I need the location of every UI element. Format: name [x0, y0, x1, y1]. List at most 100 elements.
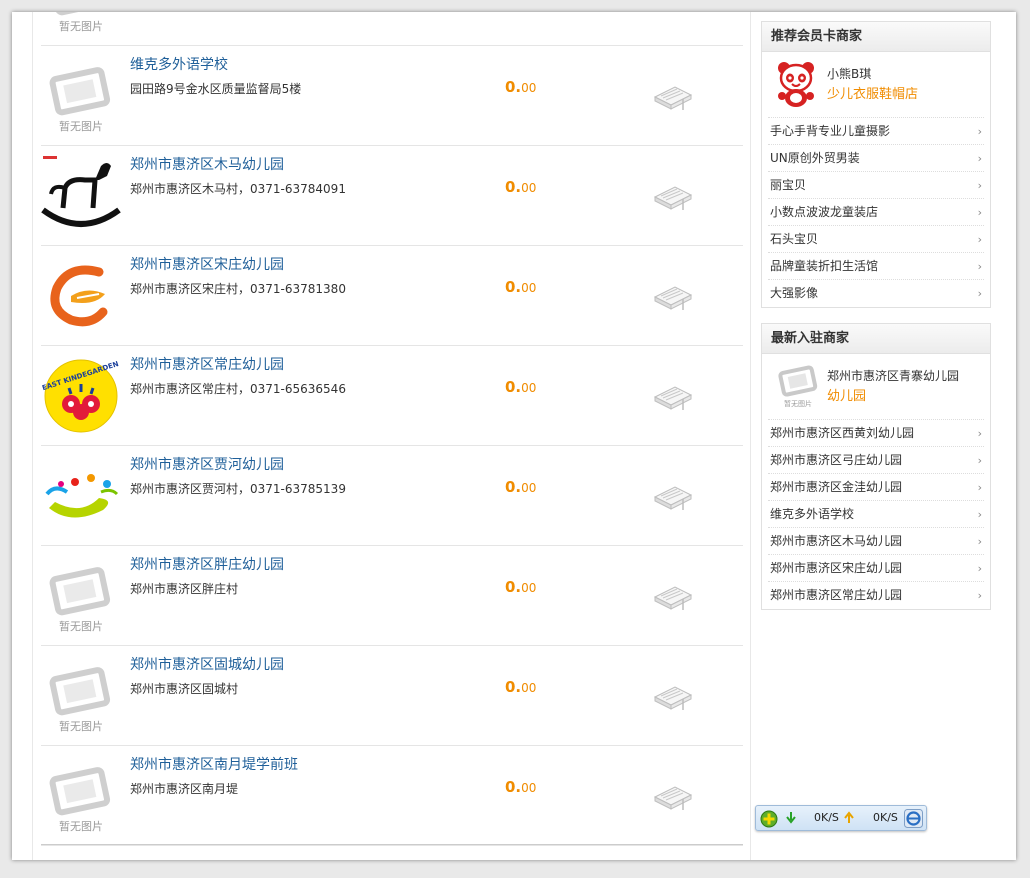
merchant-name-link[interactable]: 维克多外语学校	[130, 54, 228, 74]
chevron-right-icon: ›	[977, 535, 982, 548]
sidebar-merchant-link[interactable]: 郑州市惠济区金洼幼儿园 ›	[768, 474, 984, 501]
merchant-address: 郑州市惠济区胖庄村	[130, 582, 239, 596]
sidebar-link-label[interactable]: 小数点波波龙童装店	[770, 205, 878, 219]
chevron-right-icon: ›	[977, 260, 982, 273]
sidebar-link-label[interactable]: 维克多外语学校	[770, 507, 854, 521]
sidebar-link-label[interactable]: 大强影像	[770, 286, 818, 300]
sidebar-merchant-link[interactable]: 品牌童装折扣生活馆 ›	[768, 253, 984, 280]
merchant-logo[interactable]	[41, 154, 121, 234]
upload-speed: 0K/S	[873, 811, 898, 824]
merchant-row: EAST KINDEGARDEN 郑州市惠济区常庄幼儿园 郑州市惠济区常庄村，037…	[41, 346, 743, 446]
upload-arrow-icon	[844, 811, 854, 823]
download-speed: 0K/S	[814, 811, 839, 824]
sidebar-merchant-link[interactable]: 郑州市惠济区西黄刘幼儿园 ›	[768, 420, 984, 447]
sidebar-link-label[interactable]: 郑州市惠济区木马幼儿园	[770, 534, 902, 548]
no-image-icon[interactable]: 暂无图片	[774, 362, 822, 410]
sidebar-link-label[interactable]: 手心手背专业儿童摄影	[770, 124, 890, 138]
download-arrow-icon	[786, 812, 796, 824]
open-book-icon[interactable]	[653, 483, 693, 511]
open-book-icon[interactable]	[653, 783, 693, 811]
merchant-row: 郑州市惠济区宋庄幼儿园 郑州市惠济区宋庄村，0371-63781380 0.00	[41, 246, 743, 346]
open-book-icon[interactable]	[653, 683, 693, 711]
newest-featured-merchant[interactable]: 暂无图片 郑州市惠济区青寨幼儿园 幼儿园	[768, 354, 984, 420]
sidebar-merchant-link[interactable]: 郑州市惠济区木马幼儿园 ›	[768, 528, 984, 555]
sidebar-merchant-link[interactable]: 郑州市惠济区宋庄幼儿园 ›	[768, 555, 984, 582]
sidebar-merchant-link[interactable]: 郑州市惠济区常庄幼儿园 ›	[768, 582, 984, 609]
open-book-icon[interactable]	[653, 383, 693, 411]
newest-merchants-box: 最新入驻商家 暂无图片 郑州市惠济区青寨幼儿园 幼儿园 郑州市惠济区西黄刘幼儿园…	[761, 323, 991, 610]
sidebar-link-label[interactable]: 品牌童装折扣生活馆	[770, 259, 878, 273]
featured-merchant-category[interactable]: 少儿衣服鞋帽店	[827, 83, 918, 102]
newest-featured-name[interactable]: 郑州市惠济区青寨幼儿园	[827, 367, 959, 384]
chevron-right-icon: ›	[977, 287, 982, 300]
accelerator-icon[interactable]	[760, 810, 778, 828]
merchant-name-link[interactable]: 郑州市惠济区固城幼儿园	[130, 654, 284, 674]
newest-featured-category[interactable]: 幼儿园	[827, 385, 866, 404]
no-image-placeholder[interactable]: 暂无图片	[41, 654, 121, 734]
merchant-row: 暂无图片	[41, 12, 743, 46]
sidebar-link-label[interactable]: 丽宝贝	[770, 178, 806, 192]
merchant-name-link[interactable]: 郑州市惠济区常庄幼儿园	[130, 354, 284, 374]
sidebar-link-label[interactable]: 郑州市惠济区弓庄幼儿园	[770, 453, 902, 467]
merchant-logo[interactable]	[41, 454, 121, 534]
sidebar-merchant-link[interactable]: 大强影像 ›	[768, 280, 984, 307]
sidebar-link-label[interactable]: 郑州市惠济区宋庄幼儿园	[770, 561, 902, 575]
open-book-icon[interactable]	[653, 183, 693, 211]
newest-links: 郑州市惠济区西黄刘幼儿园 › 郑州市惠济区弓庄幼儿园 › 郑州市惠济区金洼幼儿园 › 维克多…	[762, 420, 990, 609]
sidebar-merchant-link[interactable]: 小数点波波龙童装店 ›	[768, 199, 984, 226]
no-image-placeholder[interactable]: 暂无图片	[41, 554, 121, 634]
featured-merchant-name[interactable]: 小熊B琪	[827, 65, 871, 82]
sidebar-merchant-link[interactable]: 维克多外语学校 ›	[768, 501, 984, 528]
browser-e-icon[interactable]	[904, 809, 923, 828]
svg-text:暂无图片: 暂无图片	[59, 20, 103, 33]
merchant-name-link[interactable]: 郑州市惠济区宋庄幼儿园	[130, 254, 284, 274]
browser-page: 暂无图片 暂无图片 维克多外语学校 园田路9号金水区质量监督局5楼 0.00 郑州市惠济区…	[12, 12, 1016, 860]
sidebar-merchant-link[interactable]: 郑州市惠济区弓庄幼儿园 ›	[768, 447, 984, 474]
sidebar-link-label[interactable]: UN原创外贸男装	[770, 151, 860, 165]
merchant-rating: 0.00	[505, 578, 537, 596]
chevron-right-icon: ›	[977, 179, 982, 192]
chevron-right-icon: ›	[977, 589, 982, 602]
chevron-right-icon: ›	[977, 508, 982, 521]
merchant-name-link[interactable]: 郑州市惠济区胖庄幼儿园	[130, 554, 284, 574]
open-book-icon[interactable]	[653, 283, 693, 311]
merchant-list-column: 暂无图片 暂无图片 维克多外语学校 园田路9号金水区质量监督局5楼 0.00 郑州市惠济区…	[32, 12, 751, 860]
merchant-name-link[interactable]: 郑州市惠济区南月堤学前班	[130, 754, 298, 774]
sidebar-merchant-link[interactable]: 石头宝贝 ›	[768, 226, 984, 253]
chevron-right-icon: ›	[977, 233, 982, 246]
svg-text:暂无图片: 暂无图片	[59, 820, 103, 833]
open-book-icon[interactable]	[653, 583, 693, 611]
merchant-address: 郑州市惠济区木马村，0371-63784091	[130, 182, 346, 196]
open-book-icon[interactable]	[653, 83, 693, 111]
svg-text:暂无图片: 暂无图片	[59, 620, 103, 633]
merchant-address: 郑州市惠济区宋庄村，0371-63781380	[130, 282, 346, 296]
no-image-placeholder[interactable]: 暂无图片	[41, 12, 121, 34]
merchant-rating: 0.00	[505, 178, 537, 196]
featured-merchant[interactable]: 小熊B琪 少儿衣服鞋帽店	[768, 52, 984, 118]
merchant-row: 暂无图片 郑州市惠济区胖庄幼儿园郑州市惠济区胖庄村 0.00	[41, 546, 743, 646]
merchant-logo[interactable]	[41, 254, 121, 334]
merchant-row: 暂无图片 维克多外语学校 园田路9号金水区质量监督局5楼 0.00	[41, 46, 743, 146]
sidebar-link-label[interactable]: 石头宝贝	[770, 232, 818, 246]
chevron-right-icon: ›	[977, 427, 982, 440]
svg-text:暂无图片: 暂无图片	[59, 720, 103, 733]
chevron-right-icon: ›	[977, 562, 982, 575]
merchant-name-link[interactable]: 郑州市惠济区木马幼儿园	[130, 154, 284, 174]
no-image-placeholder[interactable]: 暂无图片	[41, 54, 121, 134]
merchant-name-link[interactable]: 郑州市惠济区贾河幼儿园	[130, 454, 284, 474]
sidebar-link-label[interactable]: 郑州市惠济区西黄刘幼儿园	[770, 426, 914, 440]
sidebar-link-label[interactable]: 郑州市惠济区常庄幼儿园	[770, 588, 902, 602]
panda-icon[interactable]	[774, 60, 822, 108]
sidebar-link-label[interactable]: 郑州市惠济区金洼幼儿园	[770, 480, 902, 494]
newest-merchants-title: 最新入驻商家	[762, 324, 990, 354]
sidebar-merchant-link[interactable]: 丽宝贝 ›	[768, 172, 984, 199]
recommended-links: 手心手背专业儿童摄影 › UN原创外贸男装 › 丽宝贝 › 小数点波波龙童装店 › 石头宝贝 › 品…	[762, 118, 990, 307]
no-image-placeholder[interactable]: 暂无图片	[41, 754, 121, 834]
merchant-rating: 0.00	[505, 678, 537, 696]
merchant-logo[interactable]: EAST KINDEGARDEN	[41, 354, 121, 434]
merchant-rating: 0.00	[505, 478, 537, 496]
sidebar-merchant-link[interactable]: UN原创外贸男装 ›	[768, 145, 984, 172]
speed-monitor-widget[interactable]: 0K/S 0K/S	[755, 805, 927, 831]
sidebar-merchant-link[interactable]: 手心手背专业儿童摄影 ›	[768, 118, 984, 145]
merchant-rating: 0.00	[505, 78, 537, 96]
